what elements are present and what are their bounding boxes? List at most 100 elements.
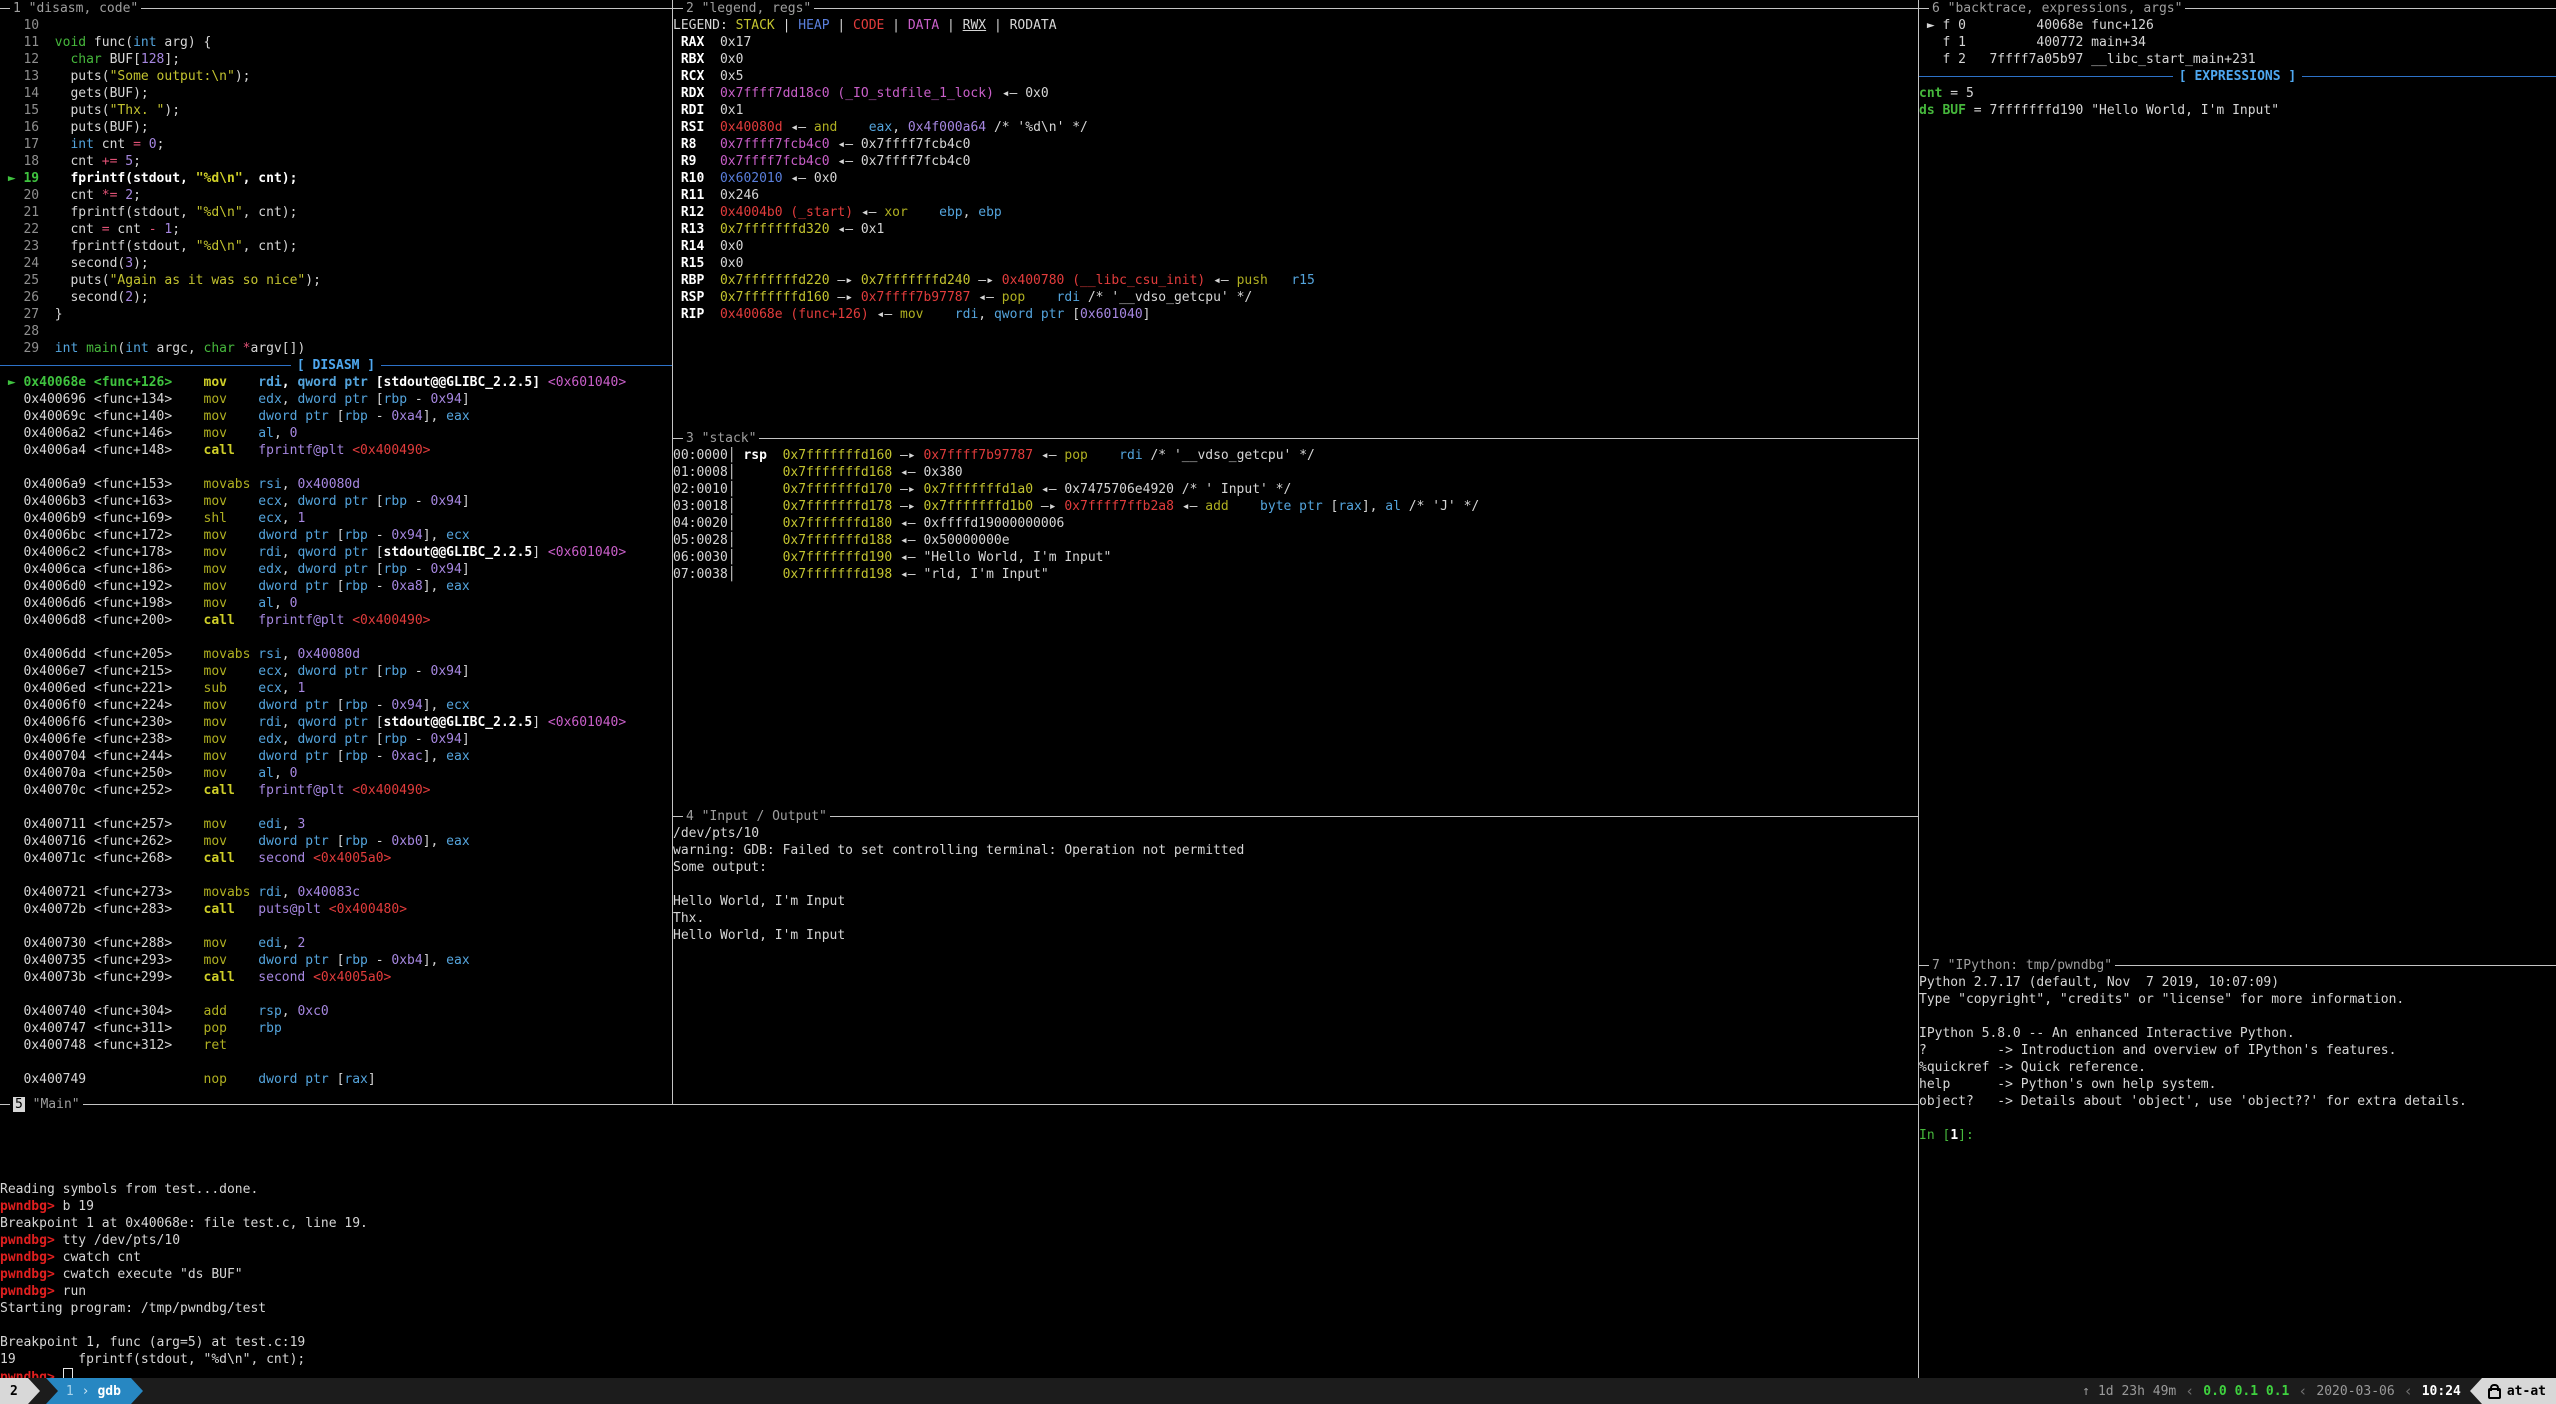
terminal-line: RAX 0x17 bbox=[673, 34, 1918, 51]
hostname-label: at-at bbox=[2507, 1383, 2546, 1400]
pane-input-output[interactable]: 4 "Input / Output" /dev/pts/10warning: G… bbox=[673, 808, 1918, 1096]
terminal-line: 0x40071c <func+268> call second <0x4005a… bbox=[0, 850, 672, 867]
terminal-line: Hello World, I'm Input bbox=[673, 893, 1918, 910]
window-index-segment[interactable]: 2 bbox=[0, 1378, 28, 1404]
terminal-line: 0x400747 <func+311> pop rbp bbox=[0, 1020, 672, 1037]
terminal-line: 0x4006ca <func+186> mov edx, dword ptr [… bbox=[0, 561, 672, 578]
terminal-line: 15 puts("Thx. "); bbox=[0, 102, 672, 119]
terminal-line: pwndbg> bbox=[0, 1368, 1918, 1378]
terminal-line: RIP 0x40068e (func+126) ◂— mov rdi, qwor… bbox=[673, 306, 1918, 323]
terminal-line: 14 gets(BUF); bbox=[0, 85, 672, 102]
terminal-line: pwndbg> tty /dev/pts/10 bbox=[0, 1232, 1918, 1249]
terminal-line: Type "copyright", "credits" or "license"… bbox=[1919, 991, 2556, 1008]
chevron-left-icon: ‹ bbox=[2298, 1383, 2307, 1400]
program-io-listing[interactable]: /dev/pts/10warning: GDB: Failed to set c… bbox=[673, 825, 1918, 944]
pane1-number: 1 bbox=[13, 1, 21, 16]
pane5-title-row: 5 "Main" bbox=[0, 1096, 1918, 1113]
pane7-number: 7 bbox=[1932, 958, 1940, 973]
terminal-line: 27 } bbox=[0, 306, 672, 323]
terminal-line: 0x400748 <func+312> ret bbox=[0, 1037, 672, 1054]
terminal-line bbox=[0, 629, 672, 646]
gdb-console-listing[interactable]: Reading symbols from test...done.pwndbg>… bbox=[0, 1113, 1918, 1378]
terminal-line: pwndbg> cwatch execute "ds BUF" bbox=[0, 1266, 1918, 1283]
pane1-title: "disasm, code" bbox=[21, 1, 138, 16]
chevron-left-icon: ‹ bbox=[2404, 1383, 2413, 1400]
expressions-divider: [ EXPRESSIONS ] bbox=[1919, 68, 2556, 85]
pane3-title-row: 3 "stack" bbox=[673, 430, 1918, 447]
chevron-left-icon: ‹ bbox=[2185, 1383, 2194, 1400]
hostname-segment: at-at bbox=[2482, 1378, 2556, 1404]
terminal-line: 11 void func(int arg) { bbox=[0, 34, 672, 51]
terminal-line bbox=[1919, 1008, 2556, 1025]
pane-main-gdb-console[interactable]: 5 "Main" Reading symbols from test...don… bbox=[0, 1096, 1918, 1378]
terminal-line: 02:0010│ 0x7fffffffd170 —▸ 0x7fffffffd1a… bbox=[673, 481, 1918, 498]
terminal-line: R11 0x246 bbox=[673, 187, 1918, 204]
terminal-line: 0x400696 <func+134> mov edx, dword ptr [… bbox=[0, 391, 672, 408]
terminal-line: pwndbg> b 19 bbox=[0, 1198, 1918, 1215]
pane-legend-regs[interactable]: 2 "legend, regs" LEGEND: STACK | HEAP | … bbox=[673, 0, 1918, 430]
registers-listing[interactable]: LEGEND: STACK | HEAP | CODE | DATA | RWX… bbox=[673, 17, 1918, 323]
expressions-listing[interactable]: cnt = 5ds BUF = 7fffffffd190 "Hello Worl… bbox=[1919, 85, 2556, 119]
terminal-line: 00:0000│ rsp 0x7fffffffd160 —▸ 0x7ffff7b… bbox=[673, 447, 1918, 464]
terminal-line: LEGEND: STACK | HEAP | CODE | DATA | RWX… bbox=[673, 17, 1918, 34]
terminal-line: 0x40073b <func+299> call second <0x4005a… bbox=[0, 969, 672, 986]
pane-stack[interactable]: 3 "stack" 00:0000│ rsp 0x7fffffffd160 —▸… bbox=[673, 430, 1918, 808]
terminal-line: R13 0x7fffffffd320 ◂— 0x1 bbox=[673, 221, 1918, 238]
window-name-label: gdb bbox=[97, 1383, 120, 1400]
terminal-line: 0x400716 <func+262> mov dword ptr [rbp -… bbox=[0, 833, 672, 850]
backtrace-listing[interactable]: ► f 0 40068e func+126 f 1 400772 main+34… bbox=[1919, 17, 2556, 68]
stack-listing[interactable]: 00:0000│ rsp 0x7fffffffd160 —▸ 0x7ffff7b… bbox=[673, 447, 1918, 583]
pane4-title-row: 4 "Input / Output" bbox=[673, 808, 1918, 825]
pane4-number: 4 bbox=[686, 809, 694, 824]
terminal-line: 0x4006bc <func+172> mov dword ptr [rbp -… bbox=[0, 527, 672, 544]
pane5-title: "Main" bbox=[25, 1097, 80, 1112]
ipython-listing[interactable]: Python 2.7.17 (default, Nov 7 2019, 10:0… bbox=[1919, 974, 2556, 1144]
terminal-line: /dev/pts/10 bbox=[673, 825, 1918, 842]
pane-backtrace-expressions[interactable]: 6 "backtrace, expressions, args" ► f 0 4… bbox=[1919, 0, 2556, 957]
terminal-line: 0x4006f6 <func+230> mov rdi, qword ptr [… bbox=[0, 714, 672, 731]
terminal-line: 13 puts("Some output:\n"); bbox=[0, 68, 672, 85]
uptime-label: 1d 23h 49m bbox=[2098, 1383, 2176, 1400]
pane2-number: 2 bbox=[686, 1, 694, 16]
terminal-line: 0x40072b <func+283> call puts@plt <0x400… bbox=[0, 901, 672, 918]
pane-ipython[interactable]: 7 "IPython: tmp/pwndbg" Python 2.7.17 (d… bbox=[1919, 957, 2556, 1378]
terminal-line: 0x4006e7 <func+215> mov ecx, dword ptr [… bbox=[0, 663, 672, 680]
source-listing[interactable]: 10 11 void func(int arg) { 12 char BUF[1… bbox=[0, 17, 672, 357]
tmux-status-bar: 2 1 › gdb ↑ 1d 23h 49m ‹ 0.0 0.1 0.1 ‹ 2… bbox=[0, 1378, 2556, 1404]
terminal-line: 12 char BUF[128]; bbox=[0, 51, 672, 68]
date-label: 2020-03-06 bbox=[2316, 1383, 2394, 1400]
tmux-terminal-screen: 1 "disasm, code" 10 11 void func(int arg… bbox=[0, 0, 2556, 1404]
terminal-line: 01:0008│ 0x7fffffffd168 ◂— 0x380 bbox=[673, 464, 1918, 481]
terminal-line: 0x40069c <func+140> mov dword ptr [rbp -… bbox=[0, 408, 672, 425]
terminal-line: Some output: bbox=[673, 859, 1918, 876]
terminal-line: Reading symbols from test...done. bbox=[0, 1181, 1918, 1198]
terminal-line bbox=[0, 986, 672, 1003]
terminal-line: 0x4006b3 <func+163> mov ecx, dword ptr [… bbox=[0, 493, 672, 510]
terminal-line: 23 fprintf(stdout, "%d\n", cnt); bbox=[0, 238, 672, 255]
terminal-line bbox=[0, 799, 672, 816]
active-window-segment[interactable]: 1 › gdb bbox=[46, 1378, 131, 1404]
terminal-line: 0x4006a4 <func+148> call fprintf@plt <0x… bbox=[0, 442, 672, 459]
pane6-number: 6 bbox=[1932, 1, 1940, 16]
terminal-line: Thx. bbox=[673, 910, 1918, 927]
pane-disasm-code[interactable]: 1 "disasm, code" 10 11 void func(int arg… bbox=[0, 0, 672, 1096]
pane4-title: "Input / Output" bbox=[694, 809, 827, 824]
terminal-line: Hello World, I'm Input bbox=[673, 927, 1918, 944]
disassembly-listing[interactable]: ► 0x40068e <func+126> mov rdi, qword ptr… bbox=[0, 374, 672, 1088]
terminal-line bbox=[673, 876, 1918, 893]
terminal-line: 0x4006b9 <func+169> shl ecx, 1 bbox=[0, 510, 672, 527]
terminal-line: RBX 0x0 bbox=[673, 51, 1918, 68]
terminal-line: 06:0030│ 0x7fffffffd190 ◂— "Hello World,… bbox=[673, 549, 1918, 566]
terminal-line: 0x4006f0 <func+224> mov dword ptr [rbp -… bbox=[0, 697, 672, 714]
terminal-line: 0x40070a <func+250> mov al, 0 bbox=[0, 765, 672, 782]
terminal-line: 10 bbox=[0, 17, 672, 34]
terminal-line: 05:0028│ 0x7fffffffd188 ◂— 0x50000000e bbox=[673, 532, 1918, 549]
terminal-line bbox=[0, 1317, 1918, 1334]
terminal-line: IPython 5.8.0 -- An enhanced Interactive… bbox=[1919, 1025, 2556, 1042]
pane2-title-row: 2 "legend, regs" bbox=[673, 0, 1918, 17]
pane-index-label: 1 bbox=[66, 1383, 74, 1400]
pane5-number: 5 bbox=[13, 1097, 25, 1112]
terminal-line bbox=[0, 1054, 672, 1071]
terminal-line: RDX 0x7ffff7dd18c0 (_IO_stdfile_1_lock) … bbox=[673, 85, 1918, 102]
terminal-line: ► f 0 40068e func+126 bbox=[1919, 17, 2556, 34]
